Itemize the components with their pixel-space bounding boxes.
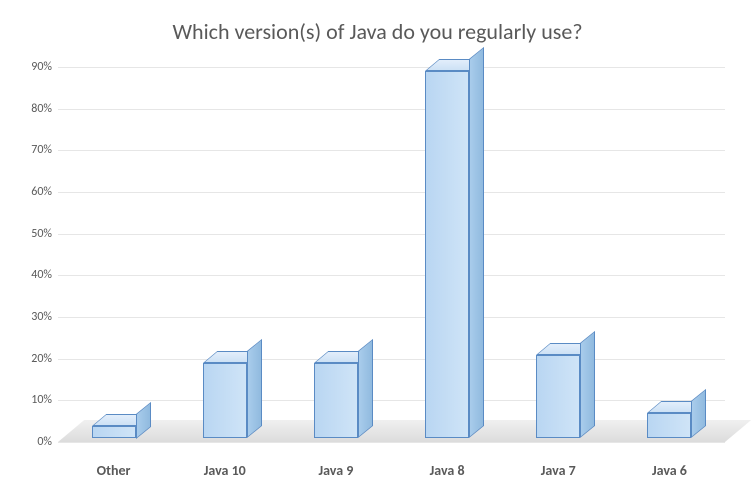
bars: [58, 67, 725, 442]
bar: [92, 426, 136, 439]
y-tick-label: 90%: [31, 60, 58, 74]
bar-slot: [614, 67, 725, 442]
bar: [425, 71, 469, 438]
x-tick-label: Java 8: [392, 462, 503, 479]
y-tick-label: 60%: [31, 185, 58, 199]
x-tick-label: Other: [58, 462, 169, 479]
bar-side-face: [136, 401, 151, 438]
y-tick-label: 20%: [31, 352, 58, 366]
x-axis-labels: OtherJava 10Java 9Java 8Java 7Java 6: [58, 462, 725, 479]
bar-side-face: [580, 331, 595, 438]
gridline: [58, 442, 725, 443]
y-tick-label: 0%: [37, 435, 58, 449]
bar-slot: [169, 67, 280, 442]
bar-side-face: [358, 339, 373, 438]
x-tick-label: Java 10: [169, 462, 280, 479]
y-tick-label: 50%: [31, 227, 58, 241]
bar-front-face: [92, 426, 136, 439]
plot-area: 0%10%20%30%40%50%60%70%80%90%: [58, 57, 725, 452]
bar: [536, 355, 580, 438]
bar-side-face: [469, 47, 484, 438]
bar-front-face: [314, 363, 358, 438]
bar: [314, 363, 358, 438]
bar-slot: [392, 67, 503, 442]
bar: [647, 413, 691, 438]
bar: [203, 363, 247, 438]
x-tick-label: Java 9: [280, 462, 391, 479]
bar-side-face: [247, 339, 262, 438]
y-tick-label: 30%: [31, 310, 58, 324]
y-tick-label: 10%: [31, 393, 58, 407]
chart: Which version(s) of Java do you regularl…: [0, 0, 755, 503]
y-tick-label: 40%: [31, 268, 58, 282]
x-tick-label: Java 7: [503, 462, 614, 479]
bar-side-face: [691, 389, 706, 438]
y-tick-label: 80%: [31, 102, 58, 116]
x-tick-label: Java 6: [614, 462, 725, 479]
bar-front-face: [536, 355, 580, 438]
bar-front-face: [647, 413, 691, 438]
bar-slot: [58, 67, 169, 442]
bar-front-face: [203, 363, 247, 438]
bar-slot: [503, 67, 614, 442]
bar-slot: [280, 67, 391, 442]
chart-title: Which version(s) of Java do you regularl…: [10, 18, 745, 45]
bar-front-face: [425, 71, 469, 438]
y-tick-label: 70%: [31, 143, 58, 157]
